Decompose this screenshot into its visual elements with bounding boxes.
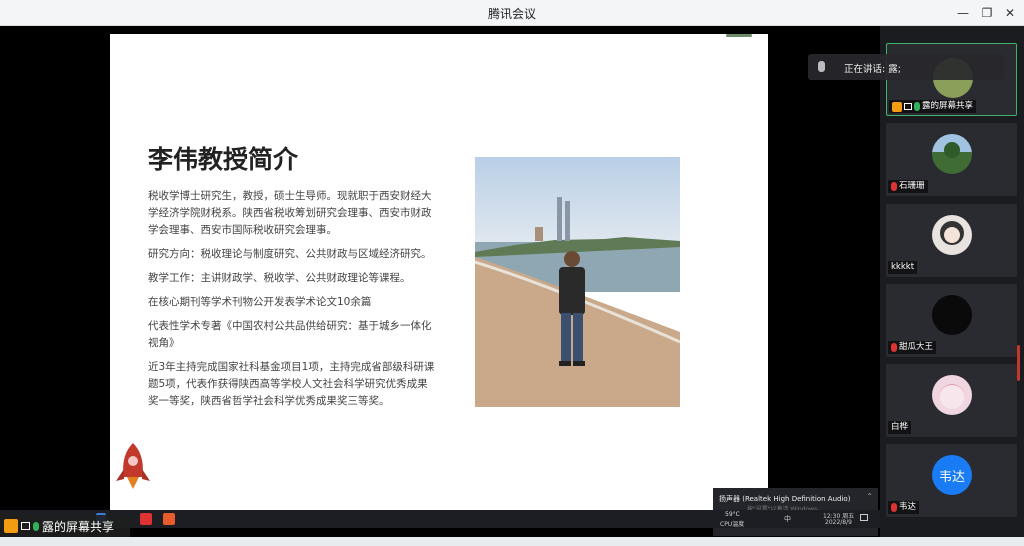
monograph-paragraph: 代表性学术专著《中国农村公共品供给研究：基于城乡一体化视角》 — [148, 320, 432, 349]
meeting-window: 腾讯会议 — ❐ ✕ 李伟教授简介 税收学博士研究生，教授，硕士生导师。现就职于… — [0, 0, 1024, 546]
wps-taskbar-icon[interactable] — [140, 513, 152, 525]
microphone-muted-icon — [891, 182, 897, 191]
bio-paragraph: 税收学博士研究生，教授，硕士生导师。现就职于西安财经大学经济学院财税系。陕西省税… — [148, 190, 432, 236]
participant-name: 甜瓜大王 — [899, 342, 934, 352]
cpu-temp: 59°C — [725, 511, 740, 518]
participant-tile[interactable]: 石珊珊 — [886, 123, 1017, 196]
microphone-muted-icon — [891, 503, 897, 512]
chevron-up-icon[interactable]: ⌃ — [866, 492, 873, 501]
notification-icon[interactable] — [860, 514, 868, 521]
beach-photo-illustration — [475, 157, 680, 407]
participant-name: 石珊珊 — [899, 181, 925, 191]
participant-avatar — [932, 295, 972, 335]
slide-body: 税收学博士研究生，教授，硕士生导师。现就职于西安财经大学经济学院财税系。陕西省税… — [148, 188, 438, 417]
speaking-text: 正在讲话: 露; — [844, 64, 901, 75]
speaking-mic-icon — [818, 61, 825, 72]
minimize-button[interactable]: — — [952, 3, 974, 23]
microphone-icon[interactable] — [33, 521, 39, 531]
restore-button[interactable]: ❐ — [976, 3, 998, 23]
audio-device-label: 扬声器 (Realtek High Definition Audio) — [719, 495, 851, 503]
rocket-mascot-icon — [112, 441, 154, 491]
participant-avatar — [932, 134, 972, 174]
participant-tile[interactable]: 白桦 — [886, 364, 1017, 437]
screen-share-bar: 露的屏幕共享 — [0, 515, 130, 537]
participant-tile[interactable]: 韦达 韦达 — [886, 444, 1017, 517]
bottom-strip — [0, 537, 1024, 546]
projects-paragraph: 近3年主持完成国家社科基金项目1项，主持完成省部级科研课题5项，代表作获得陕西高… — [148, 361, 435, 407]
participant-name: 韦达 — [899, 502, 917, 512]
participant-tile[interactable]: kkkkt — [886, 204, 1017, 277]
speaking-indicator: 正在讲话: 露; — [808, 54, 1004, 80]
participant-text-avatar: 韦达 — [932, 455, 972, 495]
participant-name: kkkkt — [891, 262, 915, 272]
participant-name: 露的屏幕共享 — [922, 101, 974, 111]
slide-tab — [726, 34, 752, 37]
participant-label: 石珊珊 — [888, 180, 928, 193]
participant-avatar — [932, 375, 972, 415]
close-button[interactable]: ✕ — [999, 3, 1021, 23]
participant-tile[interactable]: 甜瓜大王 — [886, 284, 1017, 357]
participant-label: 白桦 — [888, 421, 912, 434]
window-title: 腾讯会议 — [487, 7, 536, 21]
portrait-photo — [475, 157, 680, 407]
participant-label: 露的屏幕共享 — [889, 100, 977, 113]
teaching-paragraph: 教学工作：主讲财政学、税收学、公共财政理论等课程。 — [148, 272, 411, 284]
presentation-slide: 李伟教授简介 税收学博士研究生，教授，硕士生导师。现就职于西安财经大学经济学院财… — [110, 34, 768, 510]
user-avatar-icon — [892, 101, 902, 112]
participant-sidebar: 露的屏幕共享 石珊珊 kkkkt 甜瓜大王 白桦 韦达 韦达 — [880, 26, 1024, 537]
research-paragraph: 研究方向：税收理论与制度研究、公共财政与区域经济研究。 — [148, 248, 432, 260]
shared-screen: 李伟教授简介 税收学博士研究生，教授，硕士生导师。现就职于西安财经大学经济学院财… — [0, 26, 880, 536]
participant-label: 韦达 — [888, 501, 920, 514]
screen-share-icon — [904, 103, 912, 110]
clock-date[interactable]: 2022/8/9 — [825, 519, 852, 526]
microphone-muted-icon — [891, 343, 897, 352]
publications-paragraph: 在核心期刊等学术刊物公开发表学术论文10余篇 — [148, 296, 372, 308]
cpu-temp-label: CPU温度 — [720, 521, 745, 528]
participant-avatar — [932, 215, 972, 255]
sidebar-scrollbar[interactable] — [1017, 345, 1020, 381]
screen-share-label: 露的屏幕共享 — [42, 519, 115, 534]
ppt-taskbar-icon[interactable] — [163, 513, 175, 525]
user-avatar-icon — [4, 519, 18, 533]
system-tray: 59°C CPU温度 中 12:30 周五 2022/8/9 — [713, 510, 878, 528]
participant-label: 甜瓜大王 — [888, 341, 937, 354]
slide-title: 李伟教授简介 — [148, 145, 299, 174]
participant-label: kkkkt — [888, 261, 918, 274]
screen-share-icon — [21, 522, 30, 530]
ime-indicator[interactable]: 中 — [784, 514, 791, 524]
participant-name: 白桦 — [891, 422, 909, 432]
microphone-icon — [914, 102, 920, 111]
title-bar: 腾讯会议 — ❐ ✕ — [0, 0, 1024, 26]
